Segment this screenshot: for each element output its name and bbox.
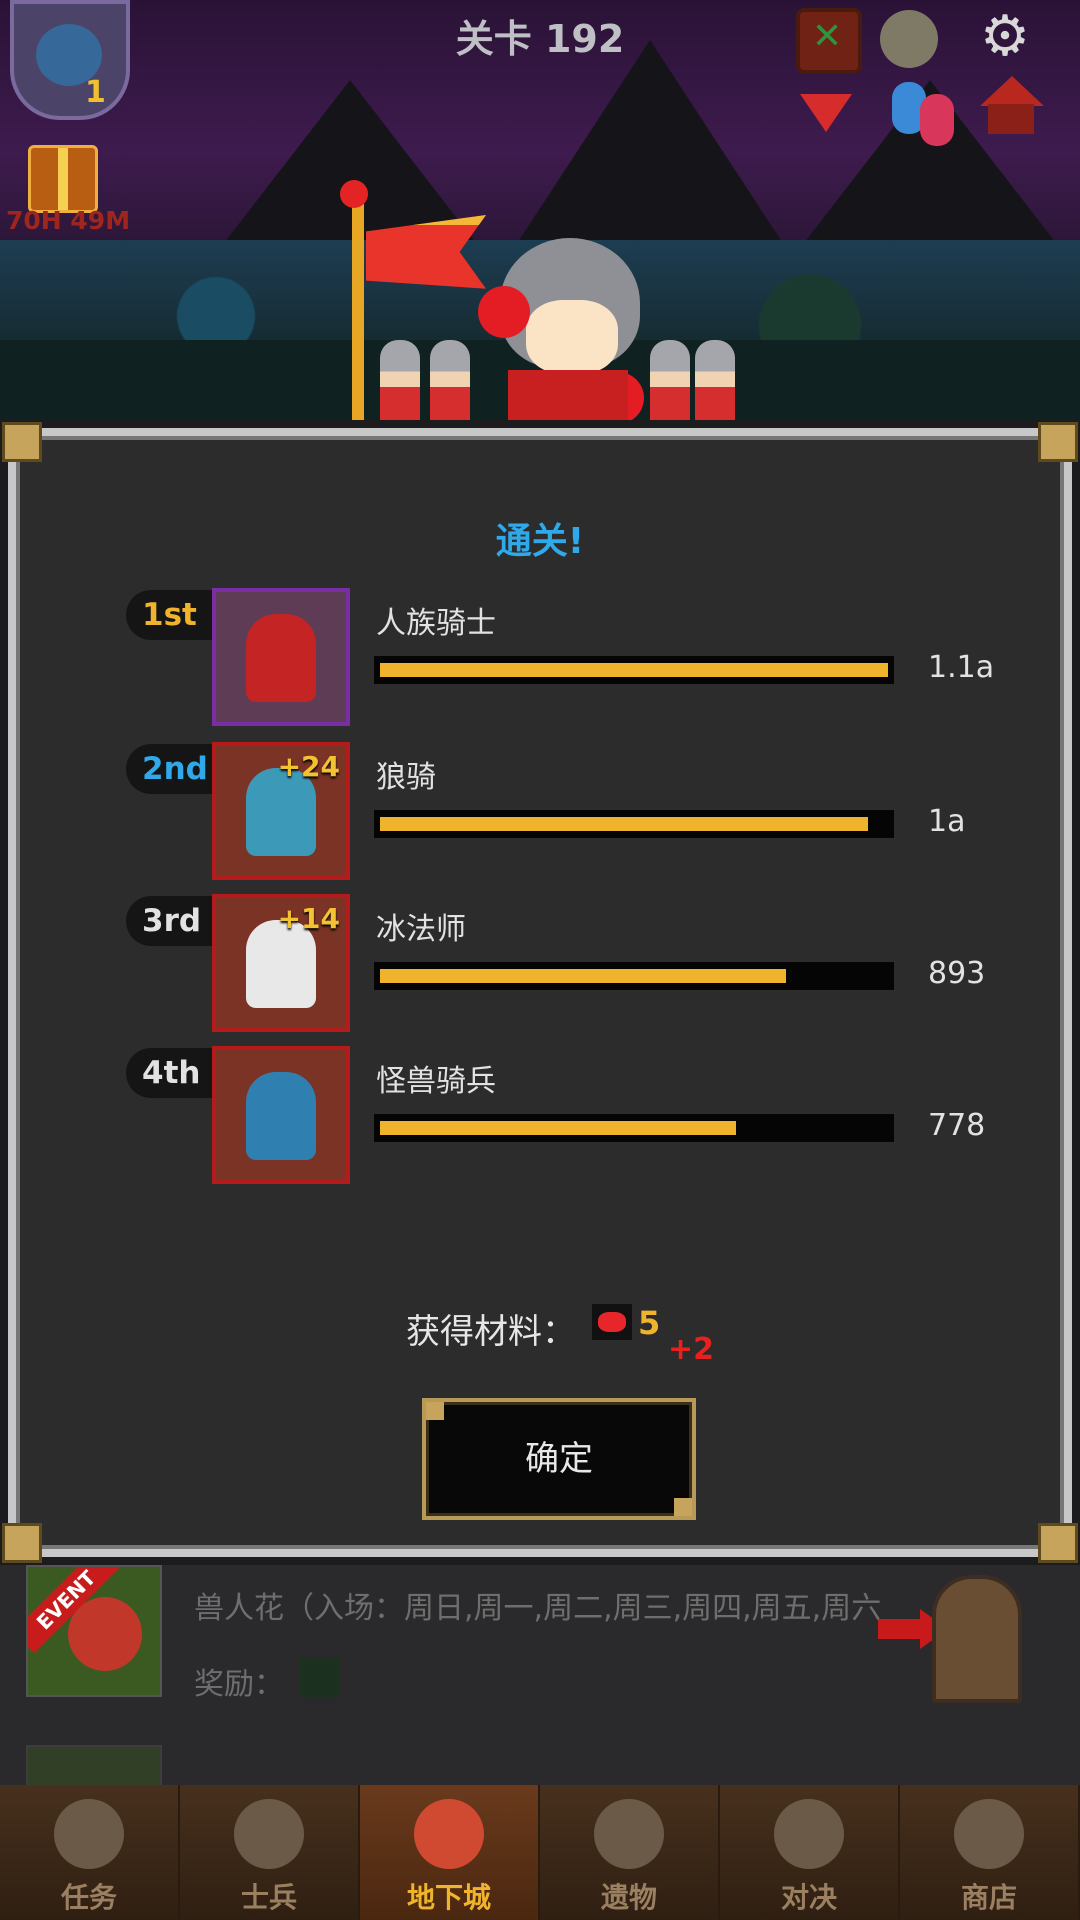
soldier-figure [380, 340, 420, 430]
damage-value: 1a [928, 804, 966, 839]
rank-row: 2nd +24 狼骑 1a [126, 742, 1006, 882]
collapse-arrow-icon[interactable] [800, 94, 852, 132]
frame-corner [2, 1523, 42, 1563]
stage-clear-modal: 通关! 1st 人族骑士 1.1a 2nd +24 狼骑 1a 3rd +14 冰法师 893 4th… [0, 420, 1080, 1565]
shop-icon [954, 1799, 1024, 1869]
friends-icon[interactable] [892, 82, 964, 146]
hero-fist [478, 286, 530, 338]
hero-face [526, 300, 618, 374]
damage-value: 893 [928, 956, 986, 991]
clear-title: 通关! [495, 521, 585, 562]
bottom-nav: 任务 士兵 地下城 遗物 对决 商店 [0, 1785, 1080, 1920]
flag-tip [340, 180, 368, 208]
nav-tab-relic-orb[interactable]: 遗物 [540, 1785, 720, 1920]
rank-row: 1st 人族骑士 1.1a [126, 588, 1006, 728]
nav-label: 商店 [960, 1881, 1017, 1914]
nav-tab-crossed-swords[interactable]: 对决 [720, 1785, 900, 1920]
relic-orb-icon [594, 1799, 664, 1869]
game-scene: 关卡 192 1 70H 49M ⚙ [0, 0, 1080, 430]
unit-portrait[interactable] [212, 588, 350, 726]
soldier-figure [650, 340, 690, 430]
nav-tab-soldier-helmet[interactable]: 士兵 [180, 1785, 360, 1920]
gift-box-icon[interactable] [28, 145, 98, 213]
damage-bar-fill [380, 1121, 736, 1135]
unit-portrait[interactable]: +14 [212, 894, 350, 1032]
unit-figure-icon [246, 614, 316, 702]
boss-count: 1 [85, 75, 106, 110]
unit-level-bonus: +24 [277, 750, 340, 783]
dungeon-door-button[interactable] [932, 1575, 1022, 1703]
damage-bar-fill [380, 969, 786, 983]
dungeon-item[interactable]: EVENT 兽人花（入场：周日,周一,周二,周三,周四,周五,周六 奖励： [0, 1565, 1080, 1715]
rank-row: 3rd +14 冰法师 893 [126, 894, 1006, 1034]
damage-bar [374, 962, 894, 990]
angel-icon[interactable] [880, 10, 938, 68]
settings-gear-icon[interactable]: ⚙ [976, 8, 1034, 66]
battle-flag-icon[interactable] [796, 8, 862, 74]
crossed-swords-icon [774, 1799, 844, 1869]
nav-tab-scroll[interactable]: 任务 [0, 1785, 180, 1920]
unit-name: 冰法师 [376, 912, 466, 947]
damage-bar-fill [380, 663, 888, 677]
damage-bar [374, 1114, 894, 1142]
soldier-helmet-icon [234, 1799, 304, 1869]
scroll-icon [54, 1799, 124, 1869]
dungeon-reward-label: 奖励： [194, 1667, 284, 1702]
soldier-figure [695, 340, 735, 430]
gift-timer: 70H 49M [6, 206, 131, 235]
frame-corner [2, 422, 42, 462]
unit-portrait[interactable] [212, 1046, 350, 1184]
frame-corner [1038, 422, 1078, 462]
dungeon-list: EVENT 兽人花（入场：周日,周一,周二,周三,周四,周五,周六 奖励： [0, 1565, 1080, 1877]
dungeon-thumbnail: EVENT [26, 1565, 162, 1697]
soldier-figure [430, 340, 470, 430]
unit-portrait[interactable]: +24 [212, 742, 350, 880]
damage-value: 778 [928, 1108, 986, 1143]
nav-label: 任务 [60, 1881, 117, 1914]
flagpole [352, 190, 364, 430]
material-icon [592, 1304, 632, 1340]
nav-label: 地下城 [406, 1881, 491, 1914]
unit-level-bonus: +14 [277, 902, 340, 935]
damage-bar [374, 810, 894, 838]
modal-frame: 通关! 1st 人族骑士 1.1a 2nd +24 狼骑 1a 3rd +14 冰法师 893 4th… [8, 428, 1072, 1557]
unit-name: 人族骑士 [376, 606, 496, 641]
nav-tab-dungeon-flower[interactable]: 地下城 [360, 1785, 540, 1920]
reward-item-icon [300, 1657, 340, 1697]
frame-corner [1038, 1523, 1078, 1563]
reward-bonus: +2 [668, 1332, 715, 1367]
nav-label: 对决 [780, 1881, 837, 1914]
dungeon-flower-icon [414, 1799, 484, 1869]
rank-row: 4th 怪兽骑兵 778 [126, 1046, 1006, 1186]
nav-label: 士兵 [240, 1881, 297, 1914]
reward-count: 5 [638, 1304, 661, 1342]
unit-name: 怪兽骑兵 [376, 1064, 496, 1099]
nav-label: 遗物 [600, 1881, 657, 1914]
nav-tab-shop[interactable]: 商店 [900, 1785, 1080, 1920]
boss-portrait[interactable] [10, 0, 130, 120]
reward-label: 获得材料： [406, 1312, 576, 1352]
damage-bar-fill [380, 817, 868, 831]
unit-figure-icon [246, 1072, 316, 1160]
dungeon-title: 兽人花（入场：周日,周一,周二,周三,周四,周五,周六 [194, 1591, 882, 1626]
damage-value: 1.1a [928, 650, 995, 685]
unit-name: 狼骑 [376, 760, 436, 795]
home-shop-icon[interactable] [980, 76, 1044, 136]
damage-bar [374, 656, 894, 684]
confirm-button[interactable]: 确定 [422, 1398, 696, 1520]
